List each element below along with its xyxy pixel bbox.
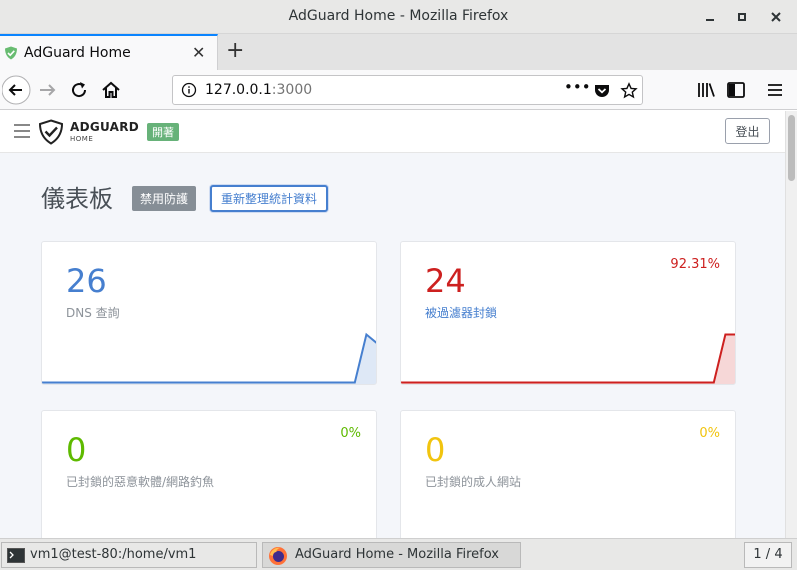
dns-queries-card: 26 DNS 查詢 [41, 241, 377, 385]
blocked-by-filters-percent: 92.31% [670, 257, 720, 272]
minimize-icon[interactable] [699, 6, 721, 28]
hamburger-menu-icon[interactable] [13, 123, 31, 139]
close-window-icon[interactable] [765, 6, 787, 28]
window-title: AdGuard Home - Mozilla Firefox [288, 8, 509, 24]
taskbar: vm1@test-80:/home/vm1 AdGuard Home - Moz… [0, 538, 797, 570]
navigation-bar: 127.0.0.1:3000 ••• [0, 70, 797, 110]
browser-tab-adguard[interactable]: AdGuard Home ✕ [0, 34, 218, 70]
pocket-icon[interactable] [593, 82, 611, 100]
close-tab-icon[interactable]: ✕ [192, 43, 205, 62]
firefox-icon [269, 547, 287, 565]
scrollbar-thumb[interactable] [788, 115, 795, 181]
blocked-by-filters-value: 24 [425, 262, 466, 300]
sparkline-area [42, 334, 376, 384]
sidebar-icon[interactable] [724, 78, 748, 102]
sparkline-line [42, 332, 376, 384]
malware-phishing-percent: 0% [340, 426, 361, 441]
blocked-by-filters-label: 被過濾器封鎖 [425, 306, 498, 320]
bookmark-star-icon[interactable] [620, 82, 638, 100]
url-bar[interactable]: 127.0.0.1:3000 ••• [172, 75, 643, 105]
terminal-task-label: vm1@test-80:/home/vm1 [30, 547, 197, 562]
brand-subtitle: HOME [70, 135, 94, 143]
adult-sites-percent: 0% [699, 426, 720, 441]
tab-strip: AdGuard Home ✕ + [0, 34, 797, 70]
adult-sites-card: 0 已封鎖的成人網站 0% [400, 410, 736, 538]
dns-queries-value: 26 [66, 262, 107, 300]
site-info-icon[interactable] [181, 82, 197, 98]
blocked-by-filters-card: 24 被過濾器封鎖 92.31% [400, 241, 736, 385]
tab-label: AdGuard Home [24, 45, 131, 61]
status-badge: 開著 [147, 123, 179, 141]
workspace-switcher[interactable]: 1 / 4 [744, 542, 792, 568]
new-tab-icon[interactable]: + [226, 38, 244, 64]
forward-icon[interactable] [36, 78, 60, 102]
maximize-icon[interactable] [731, 6, 753, 28]
adult-sites-label: 已封鎖的成人網站 [425, 475, 522, 489]
logout-button[interactable]: 登出 [725, 118, 770, 144]
malware-phishing-value: 0 [66, 431, 87, 469]
window-titlebar: AdGuard Home - Mozilla Firefox [0, 0, 797, 34]
terminal-icon [7, 548, 25, 563]
sparkline-line [401, 333, 735, 384]
refresh-statistics-button[interactable]: 重新整理統計資料 [210, 185, 329, 212]
adguard-logo-icon [38, 119, 64, 145]
firefox-task-button[interactable]: AdGuard Home - Mozilla Firefox [262, 542, 521, 568]
firefox-task-label: AdGuard Home - Mozilla Firefox [295, 547, 499, 562]
page-actions-icon[interactable]: ••• [564, 78, 591, 96]
terminal-task-button[interactable]: vm1@test-80:/home/vm1 [1, 542, 257, 568]
sparkline-area [401, 334, 735, 384]
page-title: 儀表板 [41, 185, 113, 213]
library-icon[interactable] [694, 78, 718, 102]
brand-name: ADGUARD [70, 120, 140, 134]
page-content: ADGUARD HOME 開著 登出 儀表板 禁用防護 重新整理統計資料 26 … [0, 111, 785, 538]
adult-sites-value: 0 [425, 431, 446, 469]
malware-phishing-sparkline [42, 525, 377, 538]
adguard-shield-icon [5, 46, 17, 60]
app-header: ADGUARD HOME 開著 登出 [0, 111, 785, 153]
malware-phishing-label: 已封鎖的惡意軟體/網路釣魚 [66, 475, 215, 489]
menu-icon[interactable] [763, 78, 787, 102]
reload-icon[interactable] [67, 78, 91, 102]
back-icon[interactable] [2, 74, 34, 106]
blocked-by-filters-sparkline [401, 333, 735, 384]
disable-protection-button[interactable]: 禁用防護 [132, 186, 197, 211]
malware-phishing-card: 0 已封鎖的惡意軟體/網路釣魚 0% [41, 410, 377, 538]
url-text[interactable]: 127.0.0.1:3000 [205, 82, 312, 98]
page-scrollbar[interactable] [785, 111, 797, 538]
adult-sites-sparkline [401, 525, 736, 538]
dns-queries-label: DNS 查詢 [66, 306, 120, 320]
home-icon[interactable] [99, 78, 123, 102]
dns-queries-sparkline [42, 332, 376, 384]
